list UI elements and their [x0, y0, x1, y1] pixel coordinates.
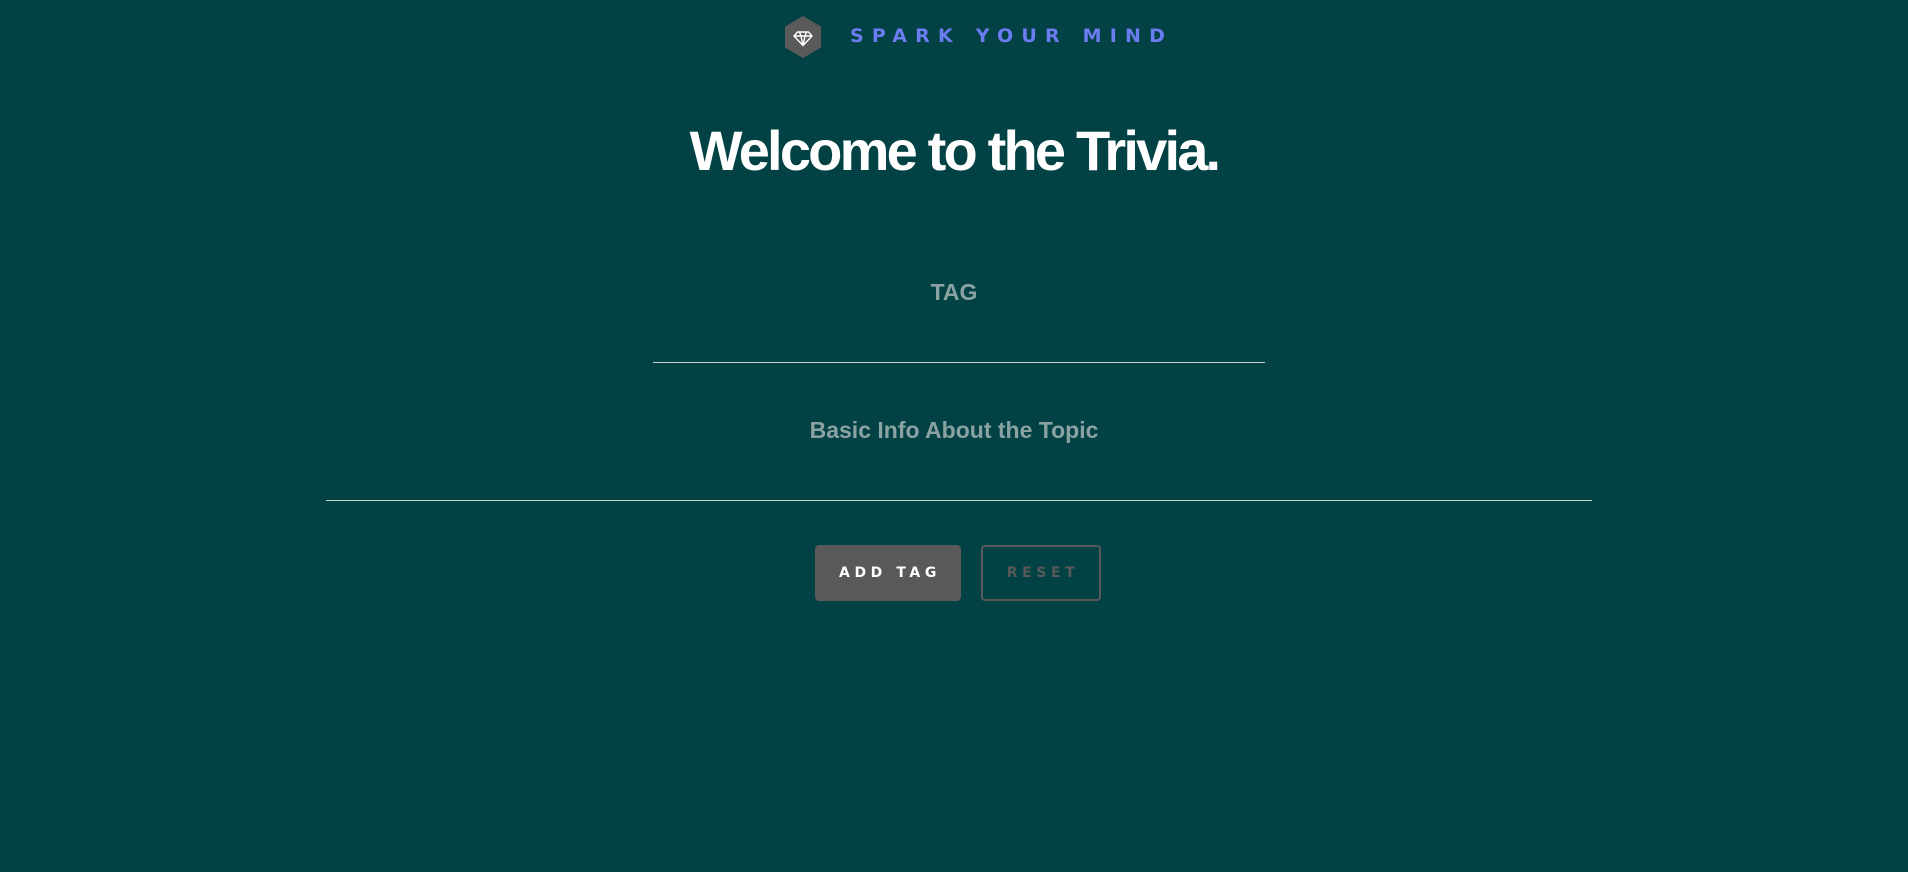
page: SPARK YOUR MIND Welcome to the Trivia. T… — [0, 0, 1908, 872]
brand-header: SPARK YOUR MIND — [0, 16, 1908, 58]
topic-info-input[interactable] — [326, 463, 1592, 501]
reset-button[interactable]: RESET — [981, 545, 1101, 601]
tag-input[interactable] — [653, 325, 1265, 363]
brand-name[interactable]: SPARK YOUR MIND — [850, 25, 1173, 47]
topic-info-label: Basic Info About the Topic — [809, 417, 1099, 443]
diamond-hexagon-icon[interactable] — [783, 16, 823, 58]
tag-label: TAG — [930, 279, 978, 305]
add-tag-button[interactable]: ADD TAG — [815, 545, 961, 601]
page-title: Welcome to the Trivia. — [689, 119, 1221, 182]
